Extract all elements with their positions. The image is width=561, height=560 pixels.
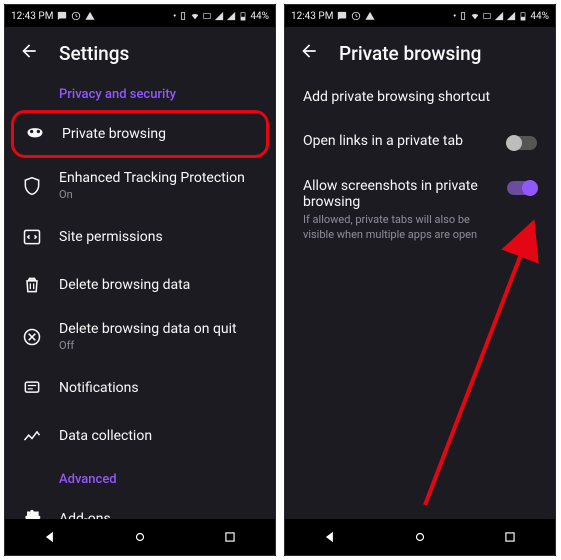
label-add-shortcut: Add private browsing shortcut (303, 89, 537, 105)
row-private-browsing[interactable]: Private browsing (11, 110, 269, 158)
section-header-privacy: Privacy and security (5, 75, 275, 110)
nav-bar (285, 519, 555, 555)
signal-icon (214, 11, 224, 21)
nav-home-icon[interactable] (131, 528, 149, 546)
wifi-icon (470, 11, 480, 21)
header: Settings (5, 27, 275, 75)
row-delete-on-quit[interactable]: Delete browsing data on quit Off (5, 309, 275, 364)
sub-allow-screenshots: If allowed, private tabs will also be vi… (303, 213, 483, 243)
sub-delete-on-quit: Off (59, 339, 259, 352)
wifi-icon (190, 11, 200, 21)
nav-bar (5, 519, 275, 555)
status-dot: • (453, 11, 456, 22)
settings-list: Privacy and security Private browsing En… (5, 75, 275, 543)
permissions-icon (21, 226, 43, 248)
nav-back-icon[interactable] (321, 528, 339, 546)
warning-icon (85, 11, 95, 21)
battery-icon (518, 11, 528, 21)
signal-icon (494, 11, 504, 21)
vibrate-icon (458, 11, 468, 21)
status-dot: • (173, 11, 176, 22)
section-header-advanced: Advanced (5, 460, 275, 495)
nav-home-icon[interactable] (411, 528, 429, 546)
label-open-links: Open links in a private tab (303, 133, 495, 149)
nav-back-icon[interactable] (41, 528, 59, 546)
row-add-shortcut[interactable]: Add private browsing shortcut (285, 75, 555, 119)
row-delete-data[interactable]: Delete browsing data (5, 261, 275, 309)
vibrate-icon (178, 11, 188, 21)
phone-right: 12:43 PM • 44% Private browsing Add priv… (284, 4, 556, 556)
row-data-collection[interactable]: Data collection (5, 412, 275, 460)
signal2-icon (226, 11, 236, 21)
status-time: 12:43 PM (11, 11, 53, 22)
sub-etp: On (59, 188, 259, 201)
volte-icon (202, 11, 212, 21)
battery-icon (238, 11, 248, 21)
label-data-collection: Data collection (59, 428, 259, 444)
page-title: Private browsing (339, 42, 481, 65)
phone-left: 12:43 PM • 44% Settings Privacy and secu… (4, 4, 276, 556)
message-icon (337, 11, 347, 21)
nav-recent-icon[interactable] (221, 528, 239, 546)
page-title: Settings (59, 42, 129, 65)
row-allow-screenshots[interactable]: Allow screenshots in private browsing If… (285, 164, 555, 257)
shield-icon (21, 175, 43, 197)
delete-quit-icon (21, 326, 43, 348)
toggle-allow-screenshots[interactable] (507, 181, 537, 195)
clock-icon (351, 11, 361, 21)
clock-icon (71, 11, 81, 21)
chart-icon (21, 425, 43, 447)
warning-icon (365, 11, 375, 21)
trash-icon (21, 274, 43, 296)
label-delete-data: Delete browsing data (59, 277, 259, 293)
back-icon[interactable] (19, 41, 39, 65)
status-battery: 44% (250, 11, 269, 22)
row-etp[interactable]: Enhanced Tracking Protection On (5, 158, 275, 213)
mask-icon (24, 123, 46, 145)
back-icon[interactable] (299, 41, 319, 65)
signal2-icon (506, 11, 516, 21)
status-bar: 12:43 PM • 44% (285, 5, 555, 27)
status-bar: 12:43 PM • 44% (5, 5, 275, 27)
toggle-open-links[interactable] (507, 136, 537, 150)
row-notifications[interactable]: Notifications (5, 364, 275, 412)
volte-icon (482, 11, 492, 21)
label-site-permissions: Site permissions (59, 229, 259, 245)
header: Private browsing (285, 27, 555, 75)
notification-icon (21, 377, 43, 399)
row-open-links[interactable]: Open links in a private tab (285, 119, 555, 164)
label-allow-screenshots: Allow screenshots in private browsing (303, 178, 495, 210)
status-battery: 44% (530, 11, 549, 22)
label-delete-on-quit: Delete browsing data on quit (59, 321, 259, 337)
label-private-browsing: Private browsing (62, 126, 256, 142)
nav-recent-icon[interactable] (501, 528, 519, 546)
label-notifications: Notifications (59, 380, 259, 396)
label-etp: Enhanced Tracking Protection (59, 170, 259, 186)
status-time: 12:43 PM (291, 11, 333, 22)
row-site-permissions[interactable]: Site permissions (5, 213, 275, 261)
message-icon (57, 11, 67, 21)
